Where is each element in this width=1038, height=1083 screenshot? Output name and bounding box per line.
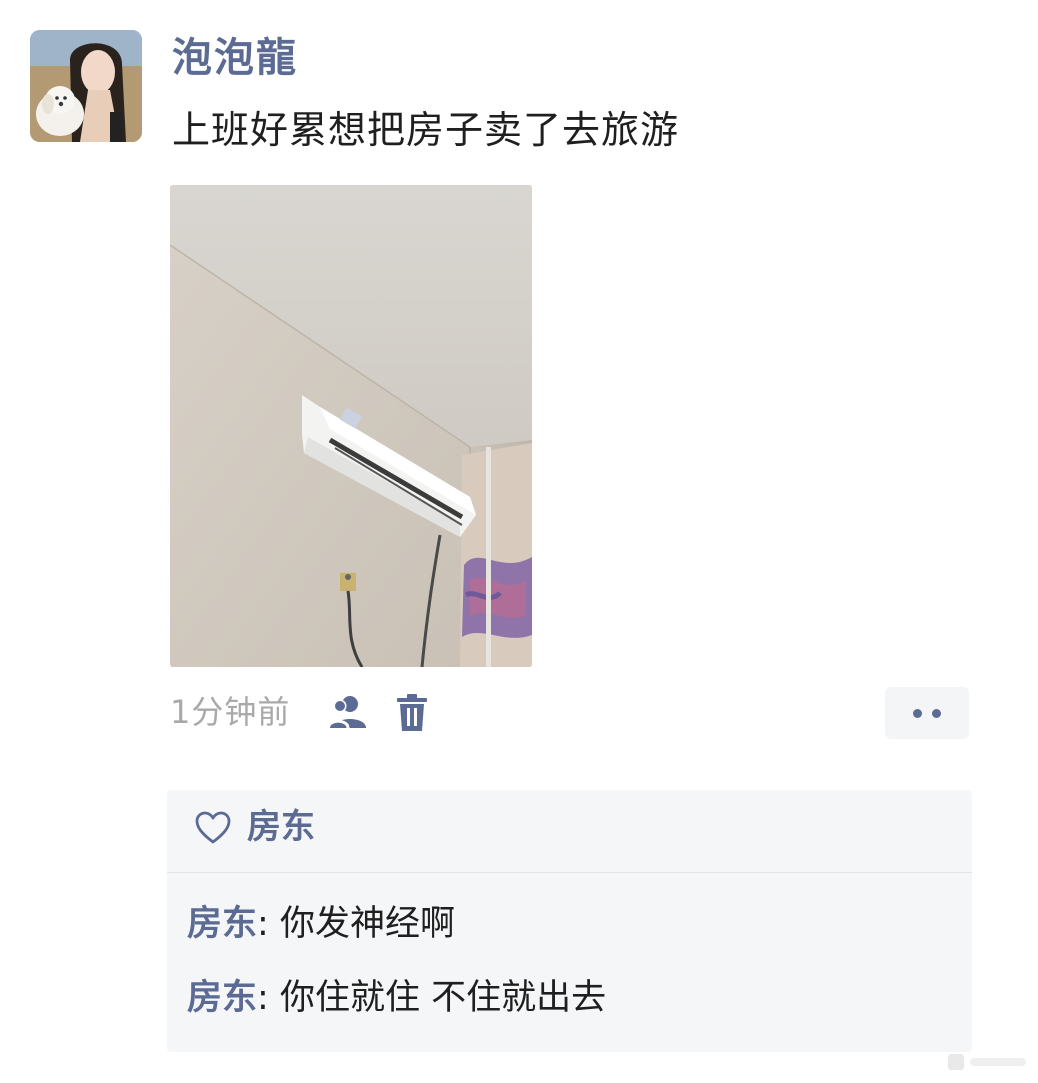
avatar-image [30, 30, 142, 142]
post-photo[interactable] [170, 185, 532, 667]
more-dot [932, 708, 941, 718]
comment-separator: : [257, 904, 280, 944]
post-timestamp: 1分钟前 [170, 693, 291, 731]
comment-text: 你住就住 不住就出去 [279, 978, 607, 1018]
comment-author[interactable]: 房东 [187, 978, 257, 1018]
likes-row: 房东 [167, 790, 972, 872]
friends-icon[interactable] [326, 694, 368, 730]
watermark-logo [948, 1054, 1026, 1070]
air-conditioner-photo [170, 185, 532, 667]
avatar[interactable] [30, 30, 142, 142]
more-dot [913, 708, 922, 718]
like-name[interactable]: 房东 [247, 804, 315, 850]
heart-outline-icon [195, 811, 231, 844]
comment-item[interactable]: 房东: 你住就住 不住就出去 [187, 974, 606, 1022]
post-text: 上班好累想把房子卖了去旅游 [172, 108, 680, 152]
post-username[interactable]: 泡泡龍 [172, 32, 298, 84]
comment-separator: : [257, 978, 280, 1018]
trash-icon[interactable] [396, 694, 428, 732]
more-dots-icon[interactable] [885, 687, 969, 739]
comment-author[interactable]: 房东 [187, 904, 257, 944]
interaction-box: 房东 房东: 你发神经啊 房东: 你住就住 不住就出去 [167, 790, 972, 1052]
divider [167, 872, 972, 873]
comment-item[interactable]: 房东: 你发神经啊 [187, 900, 455, 948]
comment-text: 你发神经啊 [279, 904, 455, 944]
